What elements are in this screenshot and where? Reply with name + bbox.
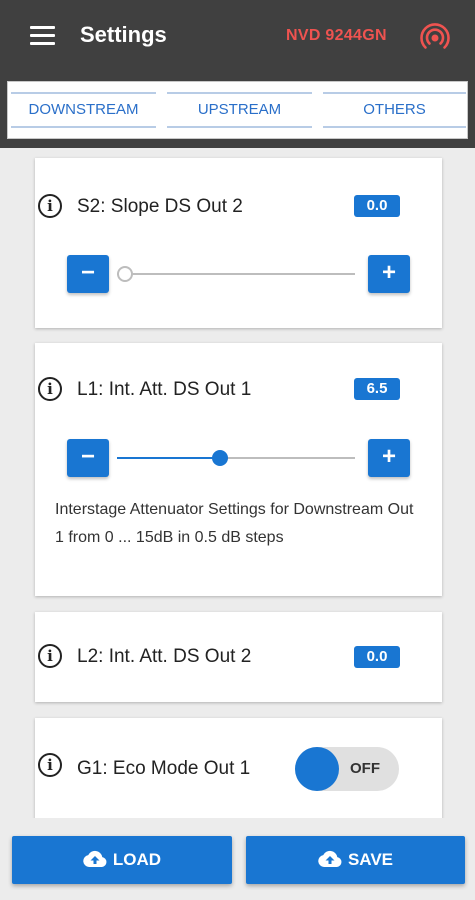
app-bar: Settings NVD 9244GN DOWNSTREAM UPSTREAM …	[0, 0, 475, 148]
setting-description: Interstage Attenuator Settings for Downs…	[55, 501, 414, 546]
value-slider[interactable]	[117, 447, 355, 469]
value-slider[interactable]	[117, 263, 355, 285]
decrease-button[interactable]: −	[67, 439, 109, 477]
cloud-upload-icon	[318, 850, 342, 867]
slider-track	[117, 273, 355, 275]
tab-bar: DOWNSTREAM UPSTREAM OTHERS	[7, 81, 468, 139]
setting-card-l1: i L1: Int. Att. DS Out 1 6.5 − + Interst…	[35, 343, 442, 596]
tab-upstream[interactable]: UPSTREAM	[167, 92, 312, 128]
setting-title: L1: Int. Att. DS Out 1	[77, 379, 252, 400]
save-button[interactable]: SAVE	[246, 836, 465, 884]
value-badge: 0.0	[354, 195, 400, 217]
toggle-state-label: OFF	[350, 760, 380, 777]
setting-title: S2: Slope DS Out 2	[77, 196, 243, 217]
tab-others[interactable]: OTHERS	[323, 92, 466, 128]
setting-title: G1: Eco Mode Out 1	[77, 758, 251, 779]
toggle-knob	[295, 747, 339, 791]
decrease-button[interactable]: −	[67, 255, 109, 293]
info-icon[interactable]: i	[38, 753, 62, 777]
slider-fill	[117, 457, 221, 459]
device-id-label: NVD 9244GN	[286, 27, 387, 44]
cloud-upload-icon	[83, 850, 107, 867]
value-badge: 0.0	[354, 646, 400, 668]
page-title: Settings	[80, 22, 167, 47]
load-button[interactable]: LOAD	[12, 836, 232, 884]
increase-button[interactable]: +	[368, 439, 410, 477]
slider-thumb[interactable]	[212, 450, 229, 466]
setting-card-l2: i L2: Int. Att. DS Out 2 0.0	[35, 612, 442, 702]
slider-thumb[interactable]	[117, 266, 133, 282]
signal-icon[interactable]	[420, 22, 450, 52]
value-badge: 6.5	[354, 378, 400, 400]
info-icon[interactable]: i	[38, 194, 62, 218]
tab-downstream[interactable]: DOWNSTREAM	[11, 92, 156, 128]
load-label: LOAD	[112, 850, 162, 869]
menu-icon[interactable]	[30, 26, 56, 48]
setting-card-g1: i G1: Eco Mode Out 1 OFF	[35, 718, 442, 818]
eco-mode-toggle[interactable]: OFF	[295, 747, 399, 791]
setting-title: L2: Int. Att. DS Out 2	[77, 646, 252, 667]
save-label: SAVE	[347, 850, 394, 869]
info-icon[interactable]: i	[38, 644, 62, 668]
setting-card-s2: i S2: Slope DS Out 2 0.0 − +	[35, 158, 442, 328]
settings-list[interactable]: i S2: Slope DS Out 2 0.0 − + i L1: Int. …	[0, 148, 475, 818]
info-icon[interactable]: i	[38, 377, 62, 401]
action-footer: LOAD SAVE	[0, 818, 475, 900]
increase-button[interactable]: +	[368, 255, 410, 293]
